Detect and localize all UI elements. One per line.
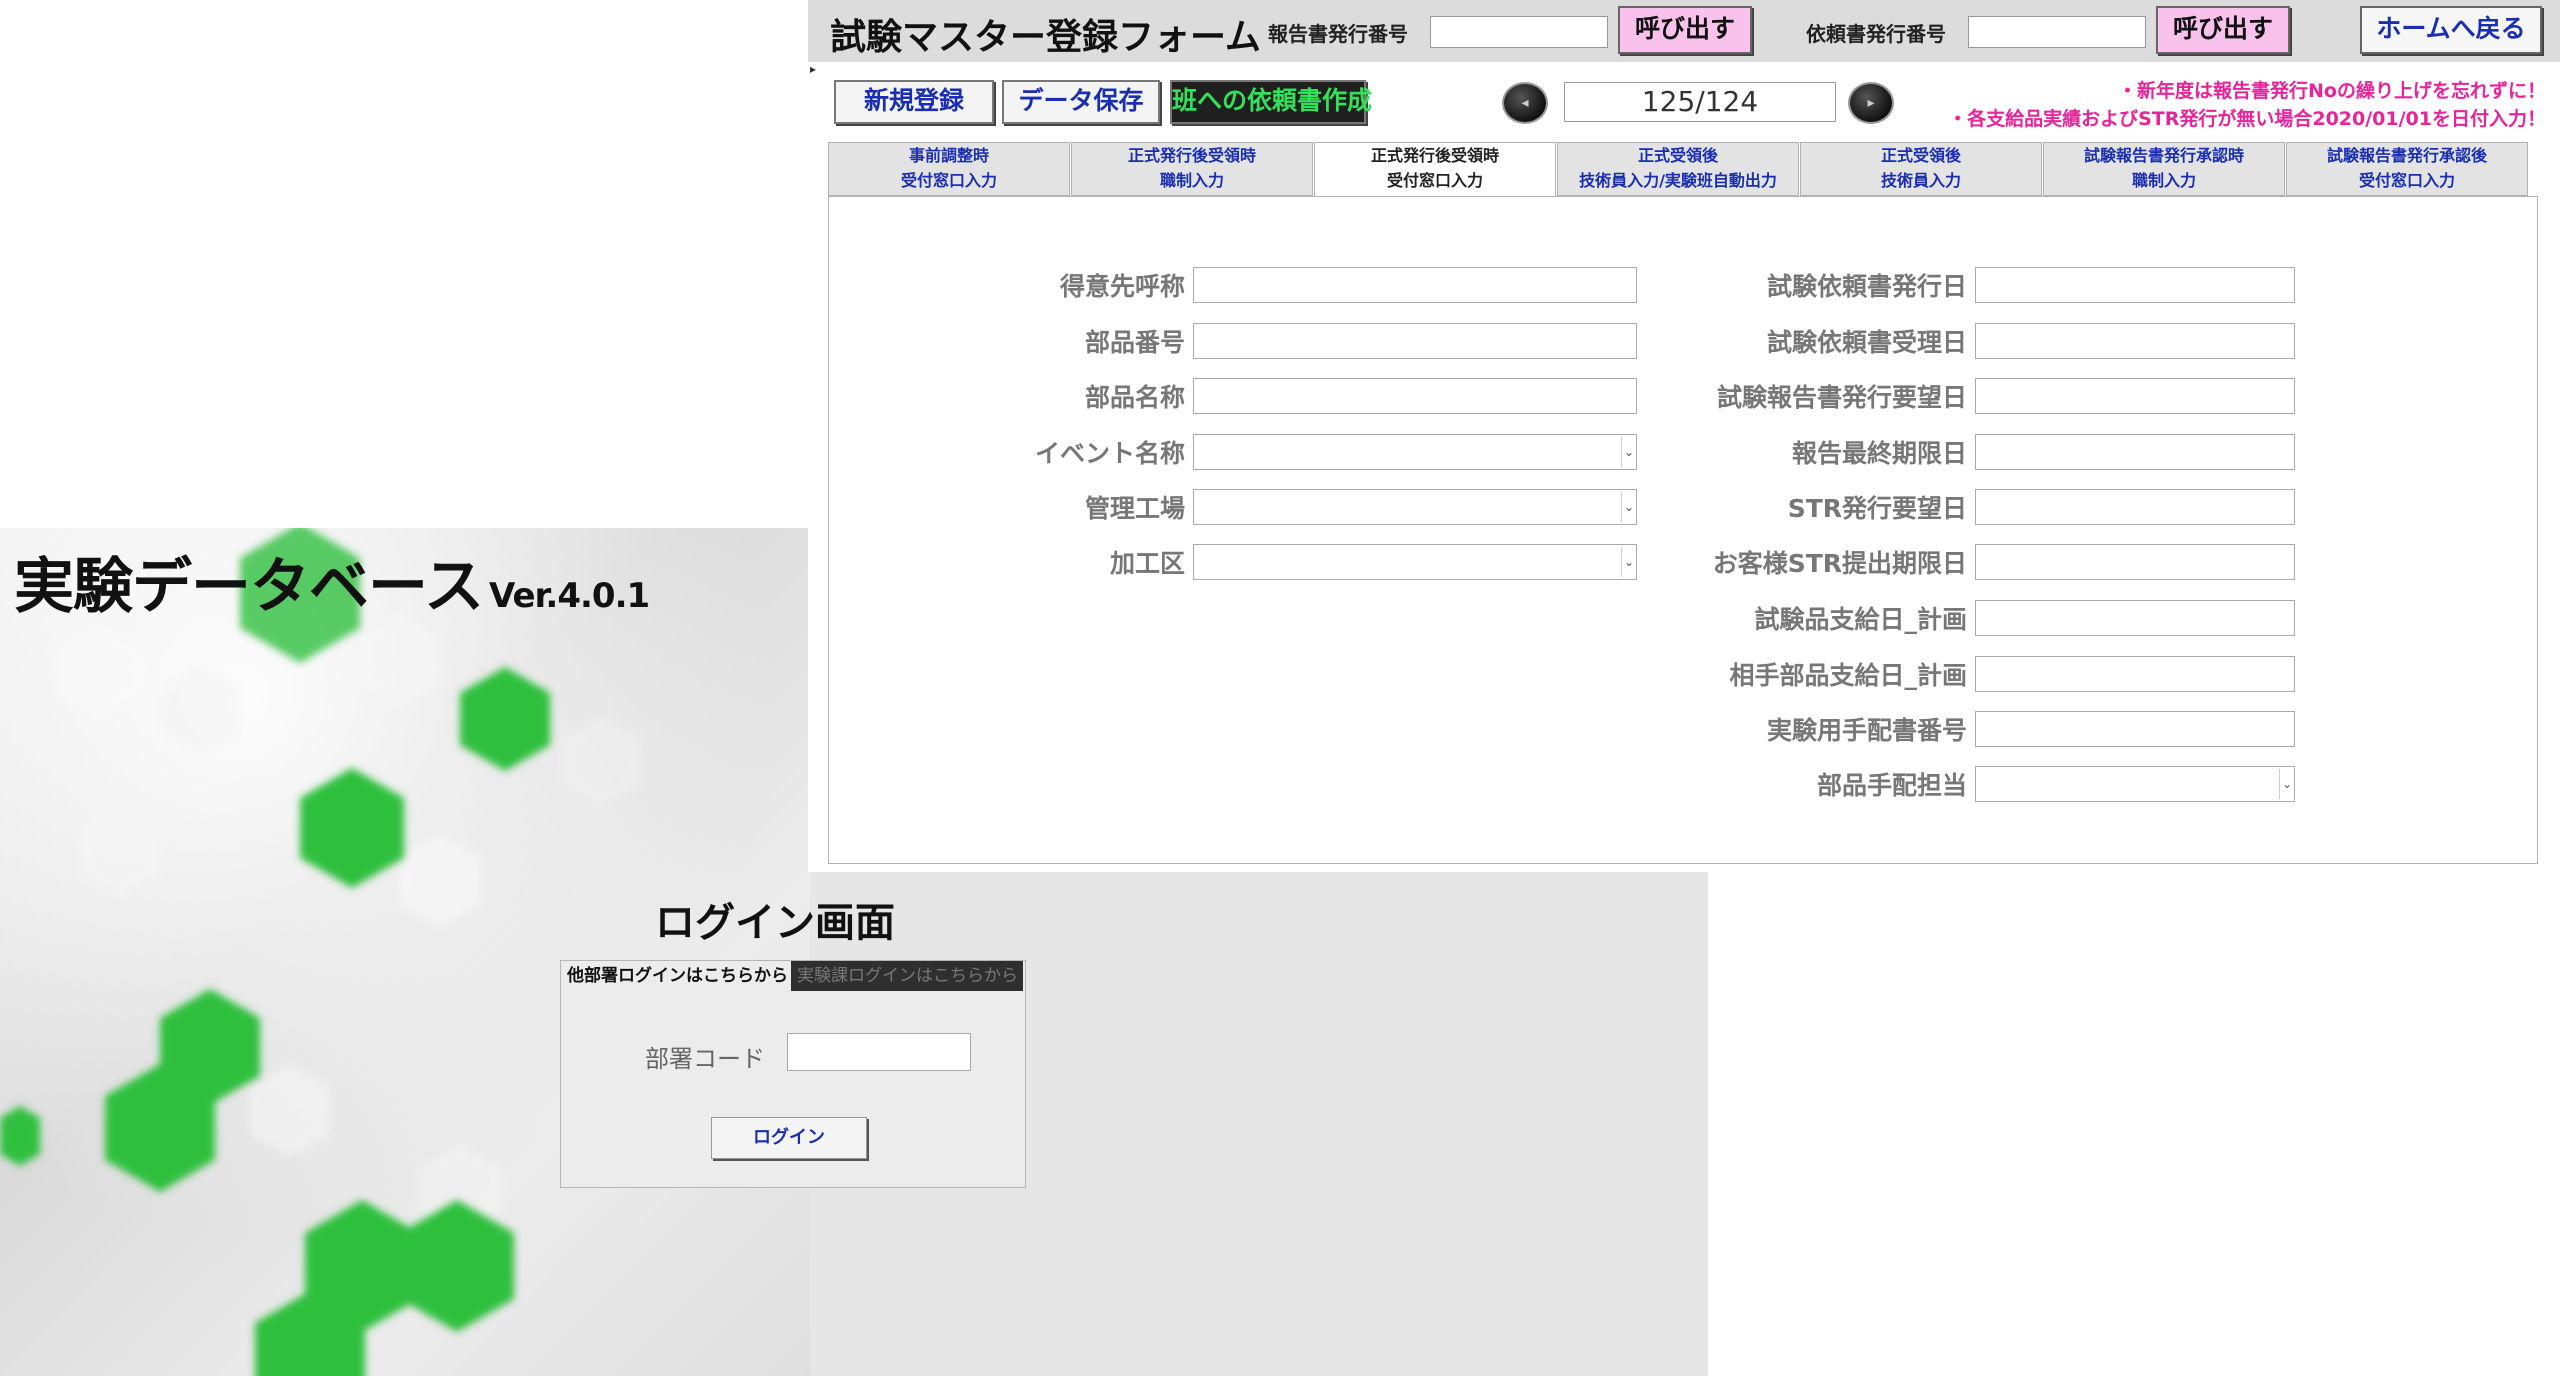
- report-no-label: 報告書発行番号: [1268, 22, 1408, 46]
- field-label-factory: 管理工場: [1084, 494, 1185, 523]
- form-panel: 得意先呼称 部品番号 部品名称 イベント名称 ⌄ 管理工場 ⌄ 加工区 ⌄ 試験…: [828, 196, 2538, 864]
- factory-select[interactable]: ⌄: [1193, 489, 1637, 525]
- notice-line-1: ・新年度は報告書発行Noの繰り上げを忘れずに！: [2118, 80, 2546, 102]
- field-label-part-no: 部品番号: [1084, 328, 1185, 357]
- tab-line1: 正式受領後: [1880, 146, 1961, 165]
- tab-pre-adjust[interactable]: 事前調整時 受付窓口入力: [828, 142, 1070, 196]
- mating-part-supply-plan-input[interactable]: [1975, 656, 2295, 692]
- tab-line2: 職制入力: [2131, 171, 2196, 190]
- tab-lab-login[interactable]: 実験課ログインはこちらから: [791, 961, 1023, 991]
- customer-str-deadline-input[interactable]: [1975, 544, 2295, 580]
- event-name-select[interactable]: ⌄: [1193, 434, 1637, 470]
- field-label-process-area: 加工区: [1109, 549, 1185, 578]
- tab-technician-auto[interactable]: 正式受領後 技術員入力/実験班自動出力: [1557, 142, 1799, 196]
- report-no-input[interactable]: [1430, 16, 1608, 48]
- report-deadline-input[interactable]: [1975, 434, 2295, 470]
- create-request-button[interactable]: 班への依頼書作成: [1170, 80, 1372, 124]
- tab-line2: 受付窓口入力: [1386, 171, 1483, 190]
- request-no-input[interactable]: [1968, 16, 2146, 48]
- call-request-button[interactable]: 呼び出す: [2156, 6, 2290, 54]
- tab-strip: 事前調整時 受付窓口入力 正式発行後受領時 職制入力 正式発行後受領時 受付窓口…: [828, 142, 2538, 198]
- chevron-down-icon[interactable]: ⌄: [1621, 492, 1636, 522]
- tab-other-dept-login[interactable]: 他部署ログインはこちらから: [561, 961, 795, 991]
- tab-line2: 技術員入力/実験班自動出力: [1579, 171, 1777, 190]
- field-label-report-deadline: 報告最終期限日: [1791, 439, 1967, 468]
- chevron-down-icon[interactable]: ⌄: [1621, 547, 1636, 577]
- login-title: ログイン画面: [655, 900, 895, 946]
- report-desired-date-input[interactable]: [1975, 378, 2295, 414]
- field-label-sample-supply-plan: 試験品支給日_計画: [1754, 605, 1967, 634]
- field-label-event: イベント名称: [1034, 439, 1185, 468]
- tab-line1: 正式発行後受領時: [1127, 146, 1256, 165]
- tab-line2: 技術員入力: [1880, 171, 1961, 190]
- hex-background-image: 実験データベース Ver.4.0.1: [0, 528, 810, 1376]
- field-label-parts-arranger: 部品手配担当: [1816, 771, 1967, 800]
- field-label-customer-str-deadline: お客様STR提出期限日: [1712, 549, 1967, 578]
- master-registration-window: 試験マスター登録フォーム 報告書発行番号 呼び出す 依頼書発行番号 呼び出す ホ…: [808, 0, 2560, 872]
- record-selector-arrow-icon[interactable]: ▸: [810, 62, 816, 76]
- field-label-part-name: 部品名称: [1084, 383, 1185, 412]
- login-button[interactable]: ログイン: [711, 1117, 867, 1159]
- field-label-request-receipt-date: 試験依頼書受理日: [1766, 328, 1967, 357]
- parts-arranger-select[interactable]: ⌄: [1975, 766, 2295, 802]
- tab-line1: 事前調整時: [908, 146, 989, 165]
- tab-approval-reception[interactable]: 試験報告書発行承認後 受付窓口入力: [2286, 142, 2528, 196]
- save-button[interactable]: データ保存: [1002, 80, 1160, 124]
- sample-supply-plan-input[interactable]: [1975, 600, 2295, 636]
- form-header-bar: 試験マスター登録フォーム 報告書発行番号 呼び出す 依頼書発行番号 呼び出す ホ…: [808, 0, 2560, 62]
- field-label-mating-part-supply-plan: 相手部品支給日_計画: [1729, 661, 1967, 690]
- next-record-icon[interactable]: ▸: [1848, 82, 1894, 124]
- tab-line1: 試験報告書発行承認時: [2083, 146, 2244, 165]
- field-label-report-desired-date: 試験報告書発行要望日: [1716, 383, 1967, 412]
- tab-line2: 受付窓口入力: [900, 171, 997, 190]
- tab-official-reception[interactable]: 正式発行後受領時 受付窓口入力: [1314, 142, 1556, 198]
- field-label-request-issue-date: 試験依頼書発行日: [1766, 272, 1967, 301]
- dept-code-label: 部署コード: [645, 1045, 765, 1073]
- app-version: Ver.4.0.1: [489, 576, 650, 616]
- part-number-input[interactable]: [1193, 323, 1637, 359]
- tab-line2: 受付窓口入力: [2358, 171, 2455, 190]
- dept-code-input[interactable]: [787, 1033, 971, 1071]
- field-label-str-desired-date: STR発行要望日: [1787, 494, 1967, 523]
- form-title: 試験マスター登録フォーム: [830, 17, 1261, 58]
- request-receipt-date-input[interactable]: [1975, 323, 2295, 359]
- chevron-down-icon[interactable]: ⌄: [1621, 437, 1636, 467]
- app-title-text: 実験データベース: [14, 552, 484, 622]
- app-title: 実験データベース Ver.4.0.1: [14, 538, 650, 625]
- customer-name-input[interactable]: [1193, 267, 1637, 303]
- hex-pattern: [0, 528, 640, 1376]
- tab-official-manager[interactable]: 正式発行後受領時 職制入力: [1071, 142, 1313, 196]
- tab-technician[interactable]: 正式受領後 技術員入力: [1800, 142, 2042, 196]
- tab-line2: 職制入力: [1159, 171, 1224, 190]
- tab-line1: 正式発行後受領時: [1370, 146, 1499, 165]
- notice-line-2: ・各支給品実績およびSTR発行が無い場合2020/01/01を日付入力！: [1948, 108, 2546, 130]
- process-area-select[interactable]: ⌄: [1193, 544, 1637, 580]
- tab-approval-manager[interactable]: 試験報告書発行承認時 職制入力: [2043, 142, 2285, 196]
- field-label-customer: 得意先呼称: [1059, 272, 1185, 301]
- chevron-down-icon[interactable]: ⌄: [2279, 769, 2294, 799]
- home-button[interactable]: ホームへ戻る: [2360, 6, 2542, 54]
- new-record-button[interactable]: 新規登録: [834, 80, 994, 124]
- record-counter: 125/124: [1564, 82, 1836, 122]
- str-desired-date-input[interactable]: [1975, 489, 2295, 525]
- field-label-arrangement-no: 実験用手配書番号: [1766, 716, 1967, 745]
- arrangement-no-input[interactable]: [1975, 711, 2295, 747]
- prev-record-icon[interactable]: ◂: [1502, 82, 1548, 124]
- request-issue-date-input[interactable]: [1975, 267, 2295, 303]
- tab-line1: 試験報告書発行承認後: [2326, 146, 2487, 165]
- request-no-label: 依頼書発行番号: [1806, 22, 1946, 46]
- part-name-input[interactable]: [1193, 378, 1637, 414]
- call-report-button[interactable]: 呼び出す: [1618, 6, 1752, 54]
- login-box: 他部署ログインはこちらから 実験課ログインはこちらから 部署コード ログイン: [560, 960, 1026, 1188]
- tab-line1: 正式受領後: [1637, 146, 1718, 165]
